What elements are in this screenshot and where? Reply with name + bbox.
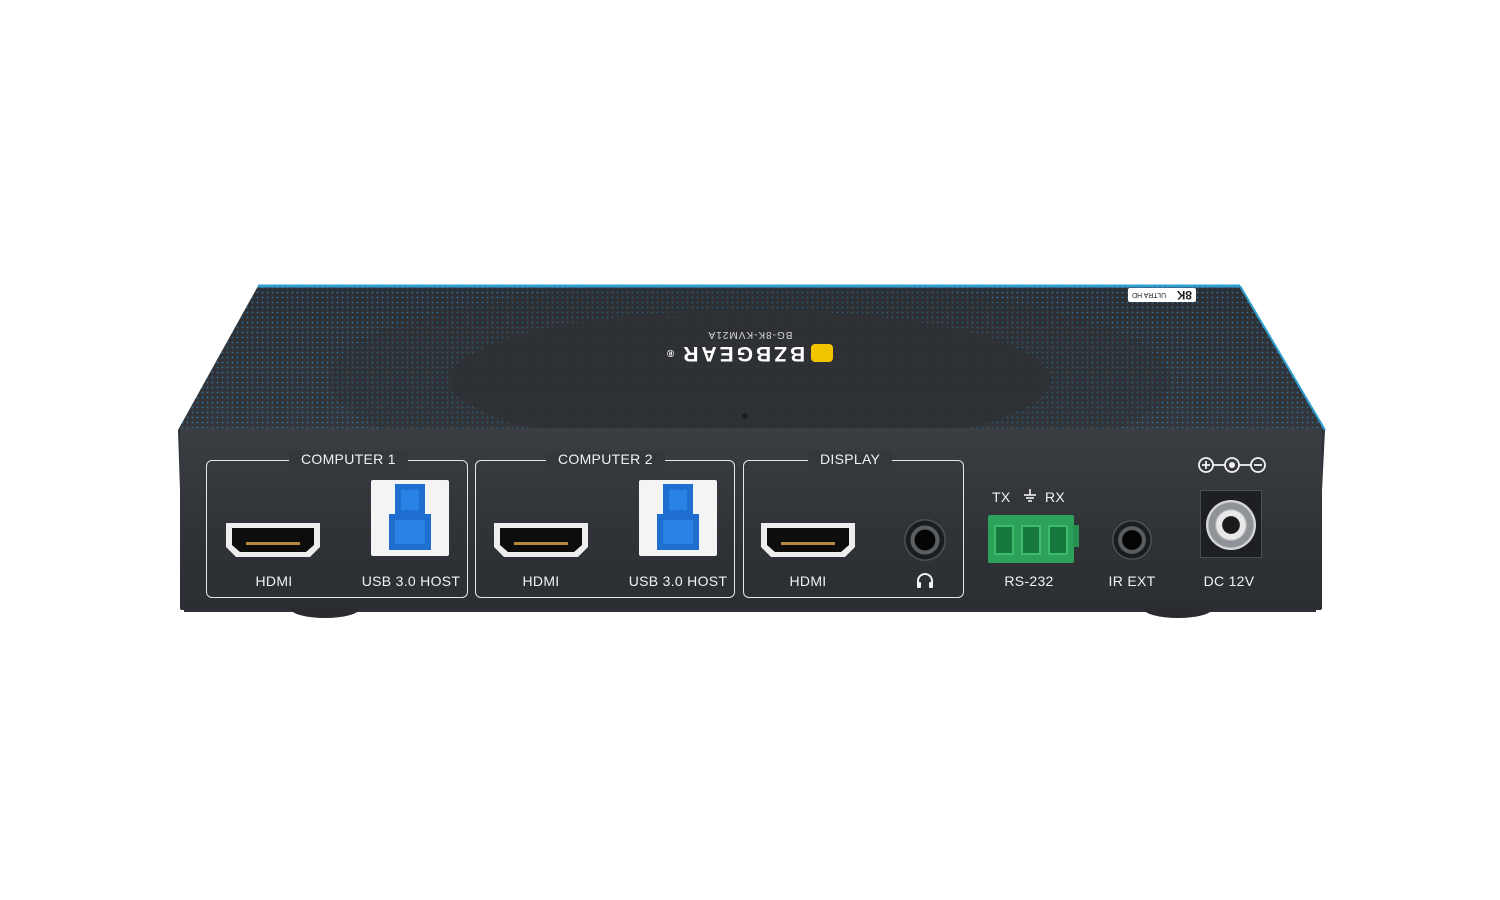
terminal-tab bbox=[1073, 525, 1079, 547]
terminal-pin-rx bbox=[1048, 525, 1068, 555]
group-title-computer-1: COMPUTER 1 bbox=[289, 451, 408, 467]
hdmi-label-display: HDMI bbox=[789, 573, 827, 589]
registered-mark: ® bbox=[666, 347, 675, 359]
brand-name: BZBGEAR bbox=[680, 342, 806, 365]
brand-logo: BZBGEAR ® bbox=[610, 341, 890, 365]
hdmi-port-display[interactable] bbox=[759, 521, 857, 559]
audio-jack-display[interactable] bbox=[904, 519, 946, 561]
logo-icon bbox=[811, 344, 834, 362]
headphones-icon bbox=[917, 573, 933, 588]
rear-panel: COMPUTER 1 HDMI USB 3.0 HOST COMPUTER 2 … bbox=[180, 428, 1322, 610]
hdmi-port-computer-2[interactable] bbox=[492, 521, 590, 559]
ir-ext-label: IR EXT bbox=[1108, 573, 1156, 589]
rs232-label: RS-232 bbox=[1004, 573, 1054, 589]
group-title-display: DISPLAY bbox=[808, 451, 893, 467]
8k-badge: 8K ULTRA HD bbox=[1128, 288, 1196, 302]
product-photo: BZBGEAR ® BG-8K-KVM21A 8K ULTRA HD COMPU… bbox=[0, 0, 1500, 900]
badge-8k-text: 8K bbox=[1176, 288, 1192, 302]
rs232-terminal-block[interactable] bbox=[988, 515, 1079, 563]
dc-polarity-icon bbox=[1198, 457, 1266, 473]
model-number: BG-8K-KVM21A bbox=[707, 329, 793, 340]
usb-label-computer-2: USB 3.0 HOST bbox=[628, 573, 728, 589]
ir-ext-jack[interactable] bbox=[1112, 520, 1152, 560]
usb-label-computer-1: USB 3.0 HOST bbox=[361, 573, 461, 589]
ground-icon bbox=[1024, 489, 1036, 502]
dc-label: DC 12V bbox=[1203, 573, 1255, 589]
usb-3-icon bbox=[389, 484, 431, 550]
usb-port-computer-2[interactable] bbox=[639, 480, 717, 556]
usb-3-icon bbox=[657, 484, 699, 550]
rs232-rx-label: RX bbox=[1045, 489, 1066, 505]
hdmi-port-computer-1[interactable] bbox=[224, 521, 322, 559]
dc-power-jack[interactable] bbox=[1200, 490, 1262, 558]
terminal-pin-gnd bbox=[1021, 525, 1041, 555]
rs232-tx-label: TX bbox=[992, 489, 1011, 505]
group-title-computer-2: COMPUTER 2 bbox=[546, 451, 665, 467]
hdmi-label-computer-1: HDMI bbox=[255, 573, 293, 589]
badge-ultra-hd-text: ULTRA HD bbox=[1132, 291, 1167, 299]
terminal-pin-tx bbox=[994, 525, 1014, 555]
hdmi-label-computer-2: HDMI bbox=[522, 573, 560, 589]
usb-port-computer-1[interactable] bbox=[371, 480, 449, 556]
dc-jack-barrel bbox=[1206, 500, 1256, 550]
